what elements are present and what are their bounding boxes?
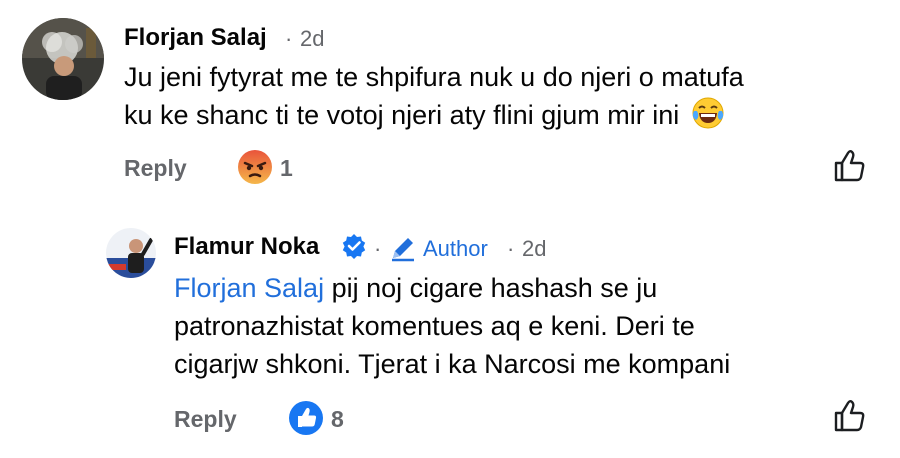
reply-line: Florjan Salaj pij noj cigare hashash se … (174, 269, 874, 307)
author-badge: Author (423, 236, 488, 261)
comment-line: Ju jeni fytyrat me te shpifura nuk u do … (124, 62, 744, 92)
comment-body: Ju jeni fytyrat me te shpifura nuk u do … (124, 58, 864, 140)
angry-reaction-icon[interactable] (236, 148, 274, 191)
reply-line: cigarjw shkoni. Tjerat i ka Narcosi me k… (174, 349, 731, 379)
mention-link[interactable]: Florjan Salaj (174, 273, 324, 303)
reply-line-text: pij noj cigare hashash se ju (324, 273, 658, 303)
reply-separator: · (507, 236, 515, 261)
like-icon[interactable] (832, 398, 868, 439)
reply-body: Florjan Salaj pij noj cigare hashash se … (174, 269, 874, 383)
verified-badge-icon (341, 233, 367, 264)
like-icon[interactable] (832, 148, 868, 189)
avatar-florjan[interactable] (22, 18, 104, 100)
reply-line: patronazhistat komentues aq e keni. Deri… (174, 311, 695, 341)
comment-author-name[interactable]: Florjan Salaj (124, 24, 267, 52)
reply-separator: · (374, 236, 382, 261)
comment-timestamp[interactable]: 2d (300, 26, 324, 52)
comment-separator: · (285, 26, 293, 51)
like-reaction-icon[interactable] (287, 399, 325, 442)
reply-button[interactable]: Reply (124, 155, 187, 182)
pencil-icon (389, 234, 417, 267)
comment-line: ku ke shanc ti te votoj njeri aty flini … (124, 96, 864, 140)
comment-line-text: ku ke shanc ti te votoj njeri aty flini … (124, 100, 680, 130)
reply-author-name[interactable]: Flamur Noka (174, 233, 319, 261)
reply-button[interactable]: Reply (174, 406, 237, 433)
reaction-count[interactable]: 1 (280, 155, 293, 182)
reply-timestamp[interactable]: 2d (522, 236, 546, 262)
reaction-count[interactable]: 8 (331, 406, 344, 433)
avatar-flamur[interactable] (106, 228, 156, 278)
laughing-tears-emoji (691, 96, 725, 140)
